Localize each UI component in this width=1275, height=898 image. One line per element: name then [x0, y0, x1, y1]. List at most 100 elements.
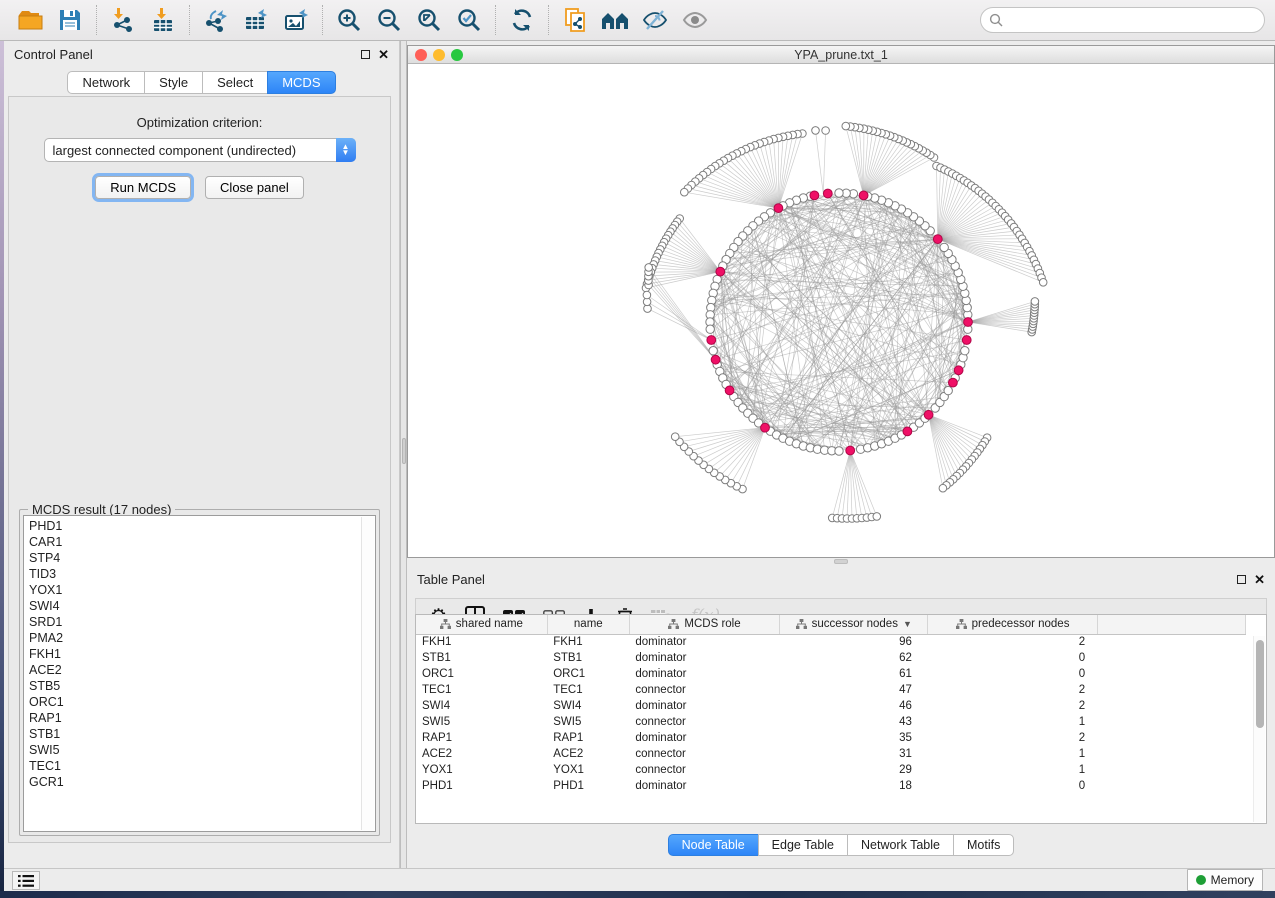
memory-button-label: Memory — [1211, 873, 1254, 887]
export-network-button[interactable] — [196, 3, 236, 37]
vertical-splitter-grip[interactable] — [402, 438, 406, 464]
cell: TEC1 — [547, 682, 629, 698]
column-header-shared-name[interactable]: shared name — [416, 615, 547, 634]
table-row[interactable]: RAP1RAP1dominator352 — [416, 730, 1246, 746]
mcds-list-item[interactable]: STP4 — [24, 550, 375, 566]
table-row[interactable]: TEC1TEC1connector472 — [416, 682, 1246, 698]
tab-select[interactable]: Select — [202, 71, 267, 94]
table-scrollbar[interactable] — [1253, 636, 1265, 822]
vertical-splitter[interactable] — [400, 41, 407, 868]
mcds-list-item[interactable]: STB1 — [24, 726, 375, 742]
cell: 96 — [780, 634, 928, 650]
import-table-icon — [150, 7, 176, 33]
mcds-list-item[interactable]: SRD1 — [24, 614, 375, 630]
mcds-list-item[interactable]: TEC1 — [24, 758, 375, 774]
control-panel-titlebar: Control Panel ✕ — [4, 41, 399, 67]
show-graphics-details-button[interactable] — [675, 3, 715, 37]
new-network-from-selection-button[interactable] — [555, 3, 595, 37]
duplicate-network-icon — [562, 7, 588, 33]
tab-network[interactable]: Network — [67, 71, 144, 94]
cell: dominator — [629, 650, 779, 666]
cell — [1097, 730, 1245, 746]
toolbar-separator — [322, 5, 323, 35]
mcds-list-item[interactable]: ORC1 — [24, 694, 375, 710]
memory-button[interactable]: Memory — [1187, 869, 1263, 891]
mcds-list-item[interactable]: TID3 — [24, 566, 375, 582]
control-panel-tabs: NetworkStyleSelectMCDS — [4, 71, 399, 94]
table-row[interactable]: ACE2ACE2connector311 — [416, 746, 1246, 762]
open-session-button[interactable] — [10, 3, 50, 37]
run-mcds-button[interactable]: Run MCDS — [95, 176, 191, 199]
control-panel-title: Control Panel — [14, 47, 93, 62]
search-input[interactable] — [980, 7, 1265, 33]
hide-graphics-details-button[interactable] — [635, 3, 675, 37]
mcds-list-item[interactable]: STB5 — [24, 678, 375, 694]
save-session-button[interactable] — [50, 3, 90, 37]
table-row[interactable]: STB1STB1dominator620 — [416, 650, 1246, 666]
table-row[interactable]: PHD1PHD1dominator180 — [416, 778, 1246, 794]
cell — [1097, 746, 1245, 762]
float-panel-icon[interactable] — [361, 50, 370, 59]
mcds-list-item[interactable]: PMA2 — [24, 630, 375, 646]
cell: dominator — [629, 730, 779, 746]
optimization-criterion-label: Optimization criterion: — [9, 115, 390, 130]
mcds-list-item[interactable]: YOX1 — [24, 582, 375, 598]
network-graph[interactable] — [408, 64, 1274, 557]
zoom-in-button[interactable] — [329, 3, 369, 37]
tab-style[interactable]: Style — [144, 71, 202, 94]
export-network-icon — [203, 7, 229, 33]
apply-layout-button[interactable] — [502, 3, 542, 37]
column-header-MCDS-role[interactable]: MCDS role — [629, 615, 779, 634]
main-toolbar — [0, 0, 1275, 41]
float-table-panel-icon[interactable] — [1237, 575, 1246, 584]
table-row[interactable]: SWI5SWI5connector431 — [416, 714, 1246, 730]
import-table-button[interactable] — [143, 3, 183, 37]
table-scrollbar-thumb[interactable] — [1256, 640, 1264, 728]
task-history-button[interactable] — [12, 871, 40, 890]
export-image-button[interactable] — [276, 3, 316, 37]
mcds-list-item[interactable]: SWI4 — [24, 598, 375, 614]
mcds-list-item[interactable]: FKH1 — [24, 646, 375, 662]
mcds-list-item[interactable]: SWI5 — [24, 742, 375, 758]
optimization-criterion-select[interactable]: largest connected component (undirected)… — [44, 138, 356, 162]
column-header-predecessor-nodes[interactable]: predecessor nodes — [928, 615, 1097, 634]
tab-node-table[interactable]: Node Table — [668, 834, 758, 856]
tab-motifs[interactable]: Motifs — [953, 834, 1014, 856]
table-row[interactable]: FKH1FKH1dominator962 — [416, 634, 1246, 650]
first-neighbors-button[interactable] — [595, 3, 635, 37]
mcds-list-item[interactable]: PHD1 — [24, 518, 375, 534]
table-row[interactable]: ORC1ORC1dominator610 — [416, 666, 1246, 682]
export-table-button[interactable] — [236, 3, 276, 37]
cell: SWI5 — [416, 714, 547, 730]
toolbar-separator — [189, 5, 190, 35]
mcds-list-item[interactable]: RAP1 — [24, 710, 375, 726]
tab-mcds[interactable]: MCDS — [267, 71, 335, 94]
import-network-button[interactable] — [103, 3, 143, 37]
cell: 31 — [780, 746, 928, 762]
mcds-result-list[interactable]: PHD1CAR1STP4TID3YOX1SWI4SRD1PMA2FKH1ACE2… — [23, 515, 376, 832]
tab-edge-table[interactable]: Edge Table — [758, 834, 847, 856]
table-row[interactable]: SWI4SWI4dominator462 — [416, 698, 1246, 714]
close-panel-button[interactable]: Close panel — [205, 176, 304, 199]
refresh-icon — [509, 7, 535, 33]
horizontal-splitter[interactable] — [407, 558, 1275, 566]
column-header-name[interactable]: name — [547, 615, 629, 634]
zoom-out-button[interactable] — [369, 3, 409, 37]
mcds-tab-content: Optimization criterion: largest connecte… — [8, 96, 391, 843]
network-window-titlebar[interactable]: YPA_prune.txt_1 — [408, 46, 1274, 64]
mcds-list-item[interactable]: GCR1 — [24, 774, 375, 790]
zoom-fit-button[interactable] — [409, 3, 449, 37]
close-table-panel-icon[interactable]: ✕ — [1254, 575, 1265, 584]
close-panel-icon[interactable]: ✕ — [378, 50, 389, 59]
zoom-selected-button[interactable] — [449, 3, 489, 37]
toolbar-separator — [548, 5, 549, 35]
cell: 2 — [928, 682, 1097, 698]
table-row[interactable]: YOX1YOX1connector291 — [416, 762, 1246, 778]
mcds-list-scrollbar[interactable] — [361, 517, 374, 830]
mcds-list-item[interactable]: CAR1 — [24, 534, 375, 550]
search-icon — [989, 13, 1003, 27]
tab-network-table[interactable]: Network Table — [847, 834, 953, 856]
mcds-list-item[interactable]: ACE2 — [24, 662, 375, 678]
column-header-successor-nodes[interactable]: successor nodes▼ — [780, 615, 928, 634]
horizontal-splitter-grip[interactable] — [834, 559, 848, 564]
